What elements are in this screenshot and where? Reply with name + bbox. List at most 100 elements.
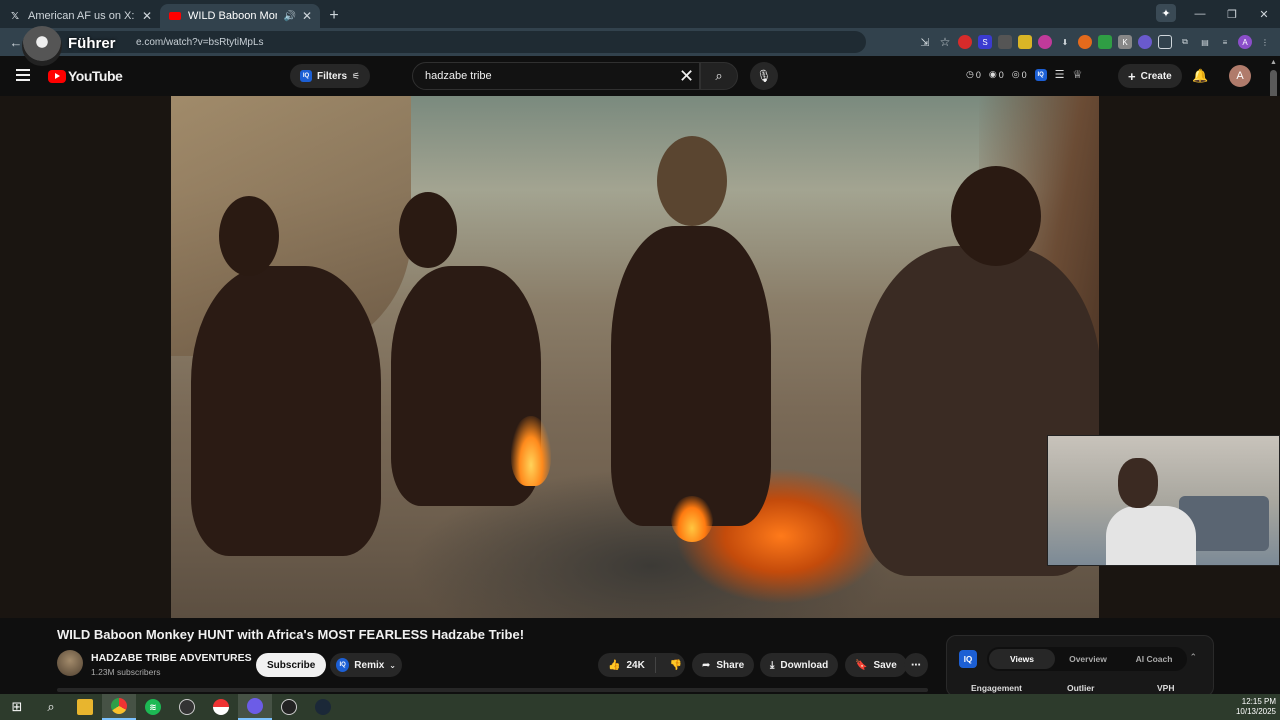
extension-k-icon[interactable]: K (1118, 35, 1132, 49)
notifications-bell-icon[interactable]: 🔔 (1192, 68, 1208, 84)
extension-orange-icon[interactable] (1078, 35, 1092, 49)
youtube-logo[interactable]: YouTube (48, 68, 123, 84)
browser-tab-x[interactable]: 𝕏 American AF us on X: "One of t ✕ (0, 4, 160, 28)
tab-overview[interactable]: Overview (1055, 649, 1121, 669)
iq-logo-icon: IQ (959, 650, 977, 668)
close-window-icon[interactable]: ✕ (1248, 8, 1280, 21)
trophy-icon[interactable]: ♕ (1073, 68, 1083, 81)
bookmark-star-icon[interactable]: ☆ (938, 35, 952, 49)
plus-icon: + (1128, 68, 1136, 84)
extension-gray-icon[interactable] (998, 35, 1012, 49)
tab-label: WILD Baboon Monkey HUN (188, 10, 277, 22)
install-icon[interactable]: ⇲ (918, 35, 932, 49)
clear-search-icon[interactable]: ✕ (679, 66, 694, 87)
puzzle-icon[interactable]: ⧉ (1178, 35, 1192, 49)
like-count: 24K (626, 659, 645, 671)
sliders-icon: ⚟ (352, 70, 361, 81)
chrome-icon[interactable] (102, 694, 136, 720)
discord-icon[interactable] (238, 694, 272, 720)
vidiq-panel: IQ Views Overview AI Coach ⌃ Engagement … (946, 635, 1214, 697)
sidebar-icon[interactable]: ▤ (1198, 35, 1212, 49)
chevron-up-icon[interactable]: ⌃ (1189, 652, 1197, 663)
extension-purple-icon[interactable] (1138, 35, 1152, 49)
chevron-down-icon: ⌄ (389, 660, 396, 670)
scroll-up-arrow-icon[interactable]: ▲ (1270, 59, 1277, 66)
spotify-icon[interactable]: ≋ (136, 694, 170, 720)
tab-ai-coach[interactable]: AI Coach (1121, 649, 1187, 669)
subscribe-button[interactable]: Subscribe (256, 653, 327, 677)
eye-icon: ◉ (988, 69, 997, 79)
extension-green-icon[interactable] (1098, 35, 1112, 49)
obs-icon[interactable] (170, 694, 204, 720)
account-avatar[interactable]: A (1229, 65, 1251, 87)
speaker-icon[interactable]: 🔊 (283, 11, 295, 22)
tab-views[interactable]: Views (989, 649, 1055, 669)
iq-icon[interactable]: IQ (1034, 68, 1047, 81)
sparkle-icon[interactable]: ✦ (1156, 4, 1176, 22)
video-frame-person (611, 226, 771, 526)
search-query: hadzabe tribe (425, 70, 492, 82)
file-explorer-icon[interactable] (68, 694, 102, 720)
remix-label: Remix (354, 659, 385, 671)
more-actions-button[interactable]: ⋯ (904, 653, 928, 677)
like-button[interactable]: 👍 24K (598, 657, 656, 673)
iq-tabs: Views Overview AI Coach (987, 647, 1187, 671)
col-vph: VPH (1157, 683, 1175, 693)
browser-tab-youtube[interactable]: WILD Baboon Monkey HUN 🔊 ✕ (160, 4, 320, 28)
more-horizontal-icon: ⋯ (911, 659, 921, 671)
extension-box-icon[interactable] (1158, 35, 1172, 49)
description-box-edge (57, 688, 928, 692)
thumbs-down-icon: 👎 (669, 659, 683, 671)
video-player[interactable] (171, 96, 1099, 618)
filters-button[interactable]: IQ Filters ⚟ (290, 64, 371, 88)
save-button[interactable]: 🔖 Save (845, 653, 907, 677)
address-bar[interactable]: e.com/watch?v=bsRtytiMpLs (36, 31, 866, 53)
create-button[interactable]: + Create (1118, 64, 1182, 88)
tab-close-icon[interactable]: ✕ (302, 9, 312, 23)
hamburger-menu-icon[interactable] (16, 69, 30, 81)
extension-yellow-icon[interactable] (1018, 35, 1032, 49)
menu-kebab-icon[interactable]: ⋮ (1258, 35, 1272, 49)
voice-search-button[interactable]: 🎙 (750, 62, 778, 90)
url-text: e.com/watch?v=bsRtytiMpLs (136, 36, 264, 48)
stat-views: ◎ 0 (1011, 69, 1027, 80)
share-label: Share (716, 659, 745, 671)
pokeball-icon[interactable] (204, 694, 238, 720)
create-label: Create (1140, 70, 1172, 82)
streamlabs-icon[interactable] (272, 694, 306, 720)
dislike-button[interactable]: 👎 (662, 660, 690, 671)
extension-s-icon[interactable]: S (978, 35, 992, 49)
download-icon: ⤓ (770, 659, 775, 671)
overlay-text: Führer (68, 34, 116, 52)
profile-avatar-icon[interactable]: A (1238, 35, 1252, 49)
system-clock[interactable]: 12:15 PM 10/13/2025 (1236, 697, 1276, 717)
extension-red-icon[interactable] (958, 35, 972, 49)
extensions-row: ⇲ ☆ S ⬇ K ⧉ ▤ ≡ A ⋮ (918, 28, 1272, 56)
steam-icon[interactable] (306, 694, 340, 720)
share-arrow-icon: ➦ (702, 659, 711, 671)
minimize-icon[interactable]: — (1184, 8, 1216, 20)
youtube-play-icon (48, 69, 66, 83)
download-arrow-icon[interactable]: ⬇ (1058, 35, 1072, 49)
download-button[interactable]: ⤓ Download (760, 653, 839, 677)
search-icon[interactable]: ⌕ (34, 694, 68, 720)
new-tab-button[interactable]: + (320, 4, 348, 28)
vidiq-stats: ◷ 0 ◉ 0 ◎ 0 IQ ☰ ♕ (966, 68, 1082, 81)
search-input[interactable]: hadzabe tribe (412, 62, 700, 90)
tab-search-icon[interactable]: ≡ (1218, 35, 1232, 49)
thumbs-up-icon: 👍 (608, 659, 621, 671)
extension-pink-icon[interactable] (1038, 35, 1052, 49)
windows-start-icon[interactable]: ⊞ (0, 694, 34, 720)
download-label: Download (780, 659, 829, 671)
stream-overlay: Führer (22, 26, 116, 66)
search-button[interactable]: ⌕ (700, 62, 738, 90)
share-button[interactable]: ➦ Share (692, 653, 755, 677)
channel-name[interactable]: HADZABE TRIBE ADVENTURES (91, 652, 252, 664)
restore-icon[interactable]: ❐ (1216, 8, 1248, 21)
clock-time: 12:15 PM (1241, 697, 1276, 706)
tab-close-icon[interactable]: ✕ (142, 9, 152, 23)
remix-button[interactable]: IQ Remix ⌄ (330, 653, 402, 677)
channel-avatar[interactable] (57, 650, 83, 676)
video-frame-person (191, 266, 381, 556)
list-icon[interactable]: ☰ (1055, 68, 1065, 81)
